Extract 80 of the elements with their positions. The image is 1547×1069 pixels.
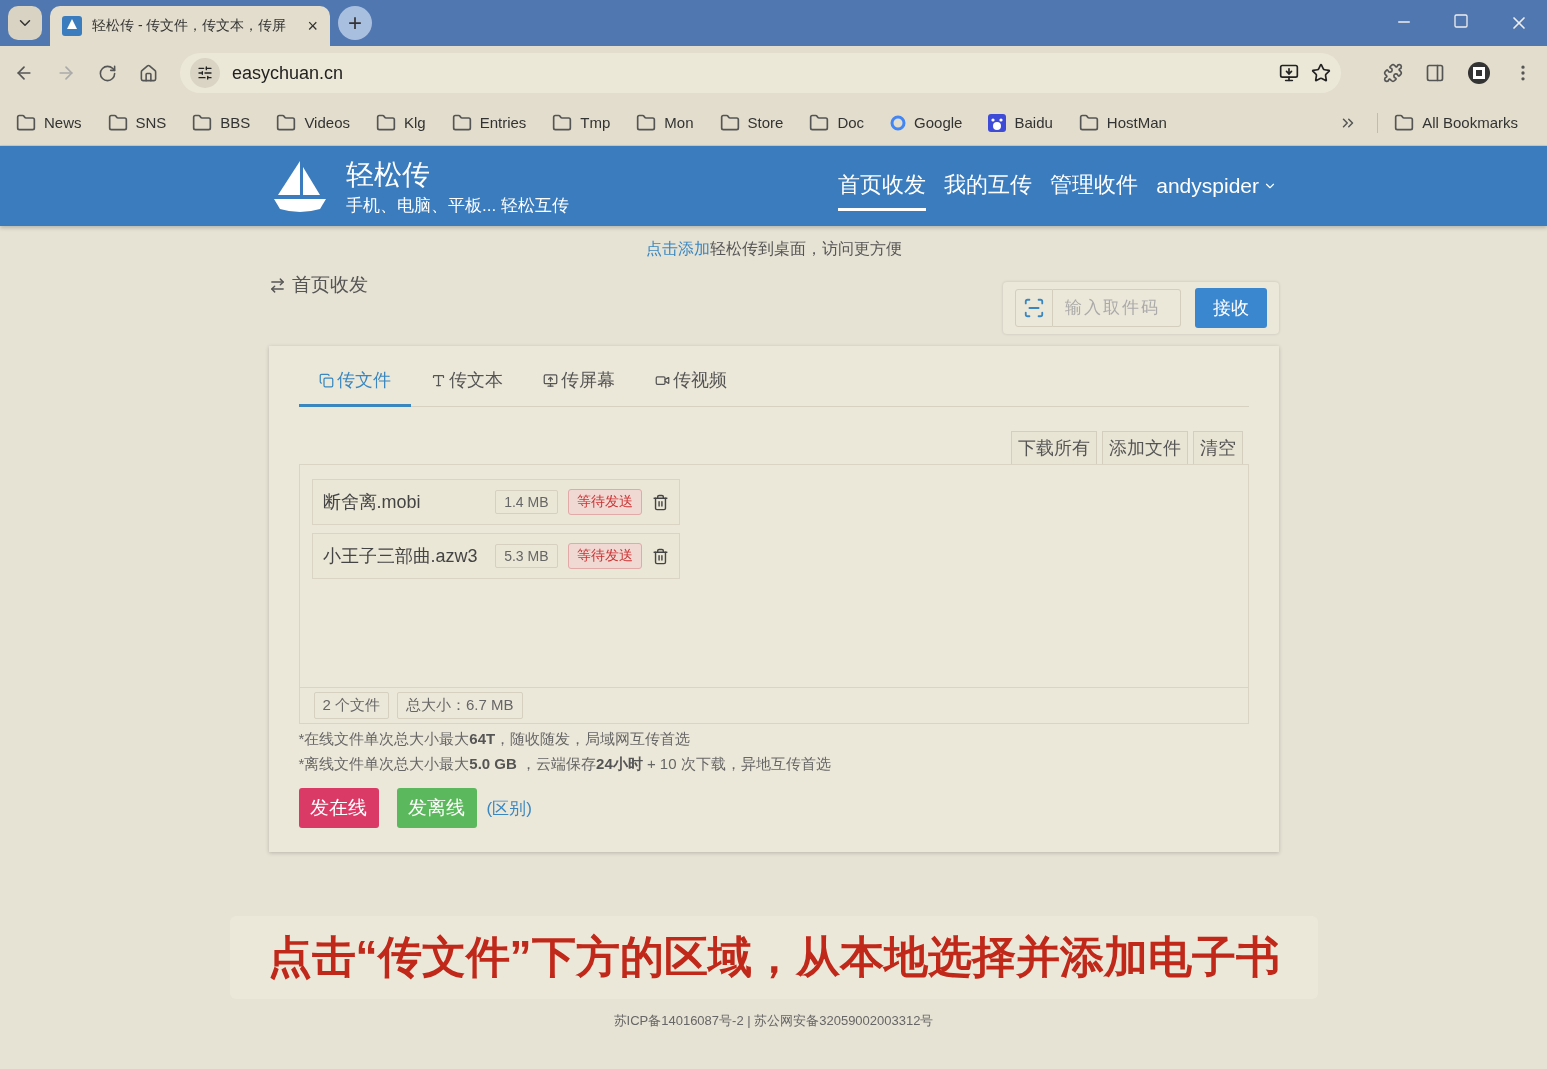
status-tag: 等待发送 bbox=[567, 489, 642, 515]
new-tab-button[interactable]: + bbox=[338, 6, 372, 40]
folder-icon bbox=[451, 112, 472, 133]
file-count: 2 个文件 bbox=[313, 692, 389, 719]
folder-icon bbox=[276, 112, 297, 133]
bookmark-star-icon[interactable] bbox=[1311, 63, 1331, 83]
status-tag: 等待发送 bbox=[567, 543, 642, 569]
bookmark-item[interactable]: SNS bbox=[107, 112, 180, 133]
bookmark-item[interactable]: All Bookmarks bbox=[1377, 112, 1531, 133]
text-icon bbox=[430, 372, 446, 388]
address-bar[interactable]: easychuan.cn bbox=[180, 53, 1341, 93]
total-size: 总大小：6.7 MB bbox=[397, 692, 523, 719]
folder-icon bbox=[552, 112, 573, 133]
file-name: 小王子三部曲.azw3 bbox=[322, 545, 479, 568]
trash-icon[interactable] bbox=[651, 493, 669, 511]
swap-icon bbox=[268, 276, 286, 294]
note-text: *在线文件单次总大小最大64T，随收随发，局域网互传首选 bbox=[298, 730, 692, 749]
side-panel-icon[interactable] bbox=[1425, 63, 1445, 83]
bookmark-item[interactable]: Tmp bbox=[552, 112, 624, 133]
nav-link[interactable]: 首页收发 bbox=[838, 161, 927, 211]
bookmark-item[interactable]: Google bbox=[890, 114, 976, 131]
bookmark-item[interactable]: News bbox=[16, 112, 95, 133]
folder-icon bbox=[16, 112, 36, 133]
receive-button[interactable]: 接收 bbox=[1194, 288, 1267, 328]
home-icon[interactable] bbox=[139, 63, 158, 83]
folder-icon bbox=[719, 112, 740, 133]
footer-text: 苏ICP备14016087号-2 | 苏公网安备32059002003312号 bbox=[612, 1012, 935, 1030]
file-size: 1.4 MB bbox=[495, 490, 558, 514]
file-name: 断舍离.mobi bbox=[322, 491, 422, 514]
bookmark-item[interactable]: Mon bbox=[636, 112, 707, 133]
action-button[interactable]: 清空 bbox=[1192, 431, 1243, 464]
close-tab-button[interactable]: × bbox=[307, 15, 318, 37]
folder-icon bbox=[636, 112, 657, 133]
bookmark-item[interactable]: Videos bbox=[276, 112, 363, 133]
url-text: easychuan.cn bbox=[232, 62, 345, 84]
tab-title: 轻松传 - 传文件，传文本，传屏 bbox=[92, 17, 287, 35]
bookmark-item[interactable]: Klg bbox=[375, 112, 439, 133]
transfer-tab[interactable]: 传屏幕 bbox=[522, 364, 635, 407]
notice-text: 点击添加轻松传到桌面，访问更方便 bbox=[644, 239, 903, 259]
folder-icon bbox=[1394, 112, 1415, 133]
transfer-tab[interactable]: 传文本 bbox=[410, 364, 523, 407]
logo-title: 轻松传 bbox=[346, 157, 431, 192]
nav-link[interactable]: 我的互传 bbox=[944, 161, 1033, 211]
files-icon bbox=[318, 372, 334, 388]
bookmark-item[interactable]: BBS bbox=[192, 112, 264, 133]
bookmark-item[interactable]: Store bbox=[719, 112, 797, 133]
transfer-tab[interactable]: 传视频 bbox=[634, 364, 747, 407]
folder-icon bbox=[809, 112, 830, 133]
send-button[interactable]: 发在线 bbox=[298, 788, 379, 828]
logo-subtitle: 手机、电脑、平板... 轻松互传 bbox=[346, 194, 569, 217]
bookmark-item[interactable]: HostMan bbox=[1078, 112, 1180, 133]
folder-icon bbox=[192, 112, 213, 133]
bookmark-item[interactable]: Baidu bbox=[988, 113, 1066, 132]
trash-icon[interactable] bbox=[651, 547, 669, 565]
browser-tab[interactable]: 轻松传 - 传文件，传文本，传屏 × bbox=[50, 6, 330, 46]
folder-icon bbox=[375, 112, 396, 133]
folder-icon bbox=[1078, 112, 1099, 133]
action-button[interactable]: 下载所有 bbox=[1010, 431, 1097, 464]
file-size: 5.3 MB bbox=[495, 544, 558, 568]
reload-icon[interactable] bbox=[98, 63, 117, 83]
sailboat-logo bbox=[272, 159, 328, 213]
note-text: *离线文件单次总大小最大5.0 GB ，云端保存24小时 + 10 次下载，异地互传首选 bbox=[298, 755, 832, 774]
page-title: 首页收发 bbox=[291, 273, 368, 297]
extensions-icon[interactable] bbox=[1383, 63, 1403, 83]
code-field[interactable]: 输入取件码 bbox=[1052, 289, 1181, 327]
monitor-icon bbox=[542, 372, 558, 388]
caption-banner: 点击“传文件”下方的区域，从本地选择并添加电子书 bbox=[229, 916, 1318, 999]
site-settings-icon[interactable] bbox=[190, 58, 220, 88]
tab-search-button[interactable] bbox=[8, 6, 42, 40]
scan-icon[interactable] bbox=[1014, 289, 1053, 327]
install-icon[interactable] bbox=[1279, 63, 1299, 83]
maximize-icon[interactable] bbox=[1453, 13, 1469, 29]
nav-link[interactable]: 管理收件 bbox=[1050, 161, 1139, 211]
profile-icon[interactable] bbox=[1467, 61, 1491, 85]
bookmark-item[interactable]: Entries bbox=[451, 112, 540, 133]
bookmark-item[interactable]: Doc bbox=[809, 112, 878, 133]
paw-icon bbox=[988, 113, 1007, 132]
action-button[interactable]: 添加文件 bbox=[1101, 431, 1188, 464]
folder-icon bbox=[107, 112, 128, 133]
drop-area[interactable]: 断舍离.mobi 1.4 MB 等待发送 小王子三部曲.azw3 5.3 MB 等待发送 2 个文件 总大小：6.7 MB bbox=[298, 464, 1249, 724]
